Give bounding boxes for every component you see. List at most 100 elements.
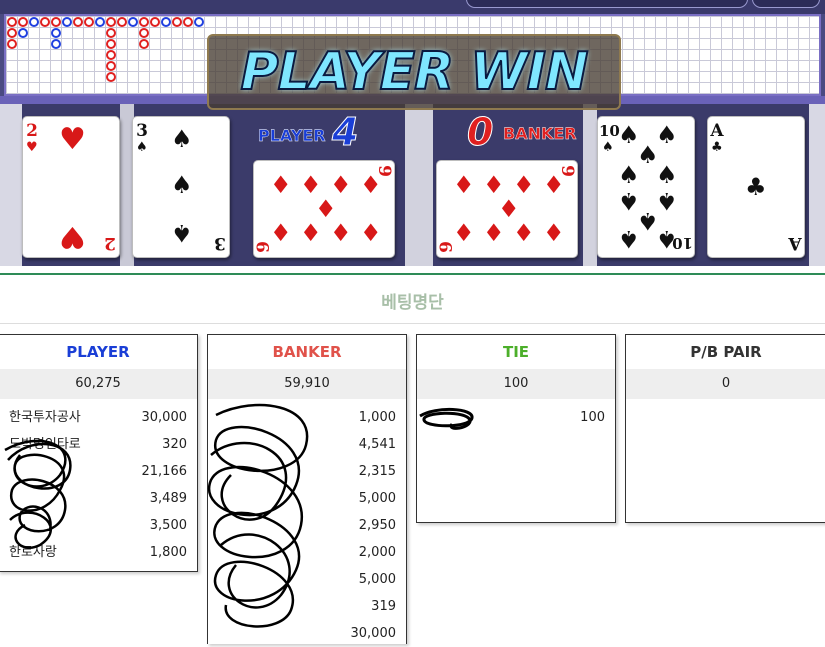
diamond-icon: ♦ (513, 219, 535, 247)
diamond-icon: ♦ (315, 195, 337, 223)
player-score-label: PLAYER (258, 126, 326, 145)
bead-marker (139, 28, 149, 38)
result-text: PLAYER WIN (239, 41, 589, 103)
bet-amount: 3,489 (149, 491, 187, 506)
banker-card-1: 9 9 ♦ ♦ ♦ ♦ ♦ ♦ ♦ ♦ ♦ (436, 160, 578, 258)
banker-score-label: BANKER (503, 124, 577, 143)
bet-amount: 30,000 (141, 410, 188, 425)
spade-icon: ♠ (618, 225, 640, 253)
panel-header: P/B PAIR (690, 343, 762, 361)
bet-row: 2,950 (208, 512, 406, 539)
road-strip (583, 104, 597, 266)
top-control-pill[interactable] (466, 0, 748, 8)
bead-marker (172, 17, 182, 27)
bead-marker (139, 17, 149, 27)
card-rank: A (710, 121, 724, 141)
bead-marker (150, 17, 160, 27)
spade-icon: ♠ (656, 187, 678, 215)
bet-amount: 2,000 (358, 545, 396, 560)
bet-amount: 5,000 (358, 491, 396, 506)
player-score-value: 4 (331, 110, 359, 155)
spade-icon: ♠ (656, 161, 678, 189)
bead-marker (7, 28, 17, 38)
bet-amount: 319 (371, 599, 396, 614)
diamond-icon: ♦ (543, 171, 565, 199)
bet-row: 3,489 (0, 485, 197, 512)
bet-row: 30,000 (208, 620, 406, 647)
bead-marker (139, 39, 149, 49)
bead-marker (51, 39, 61, 49)
bead-marker (84, 17, 94, 27)
bead-marker (73, 17, 83, 27)
player-card-2: 3 ♠ ♠ ♠ ♠ 3 (132, 116, 230, 258)
bead-marker (62, 17, 72, 27)
spade-icon: ♠ (171, 219, 193, 247)
diamond-icon: ♦ (360, 219, 382, 247)
diamond-icon: ♦ (300, 171, 322, 199)
bead-marker (7, 17, 17, 27)
card-rank: 2 (104, 233, 116, 253)
banker-card-2: 10 ♠ ♠ ♠ ♠ ♠ ♠ ♠ ♠ ♠ ♠ ♠ 10 (597, 116, 695, 258)
player-card-1: 2 ♥ ♥ ♥ 2 (22, 116, 120, 258)
bet-amount: 3,500 (149, 518, 187, 533)
bead-marker (106, 39, 116, 49)
bead-marker (106, 50, 116, 60)
bet-amount: 1,800 (149, 545, 187, 560)
card-rank: 10 (672, 234, 693, 252)
bet-amount: 100 (580, 410, 605, 425)
bet-row: 2,315 (208, 458, 406, 485)
banker-card-3: A ♣ ♣ A (707, 116, 805, 258)
bead-marker (95, 17, 105, 27)
bet-list-rule (0, 323, 825, 324)
bead-marker (40, 17, 50, 27)
bet-amount: 21,166 (141, 464, 188, 479)
bet-panel-player: PLAYER 60,275 한국투자공사 30,000 도박명인타로 320 21,… (0, 334, 198, 572)
bead-marker (194, 17, 204, 27)
bet-row: 도박명인타로 320 (0, 431, 197, 458)
bet-row: 1,000 (208, 404, 406, 431)
card-rank: A (788, 233, 802, 253)
bet-row: 한로사랑 1,800 (0, 539, 197, 566)
left-road-strip (0, 104, 22, 266)
panel-total: 60,275 (0, 369, 197, 399)
bead-marker (18, 28, 28, 38)
right-road-strip (809, 104, 825, 266)
bead-marker (117, 17, 127, 27)
bead-marker (106, 61, 116, 71)
road-strip (405, 104, 433, 266)
bet-amount: 2,950 (358, 518, 396, 533)
panel-total: 59,910 (208, 369, 406, 399)
diamond-icon: ♦ (483, 171, 505, 199)
card-rank: 3 (214, 233, 226, 253)
diamond-icon: ♦ (300, 219, 322, 247)
diamond-icon: ♦ (270, 171, 292, 199)
baccarat-game-view: 2 ♥ ♥ ♥ 2 3 ♠ ♠ ♠ ♠ 3 PLAYER 4 9 9 ♦ ♦ ♦… (0, 0, 825, 266)
diamond-icon: ♦ (543, 219, 565, 247)
player-card-3: 9 9 ♦ ♦ ♦ ♦ ♦ ♦ ♦ ♦ ♦ (253, 160, 395, 258)
heart-icon: ♥ (59, 122, 86, 157)
diamond-icon: ♦ (330, 219, 352, 247)
panel-header: TIE (502, 343, 530, 361)
club-icon: ♣ (745, 173, 767, 201)
diamond-icon: ♦ (498, 195, 520, 223)
panel-header: PLAYER (66, 343, 130, 361)
diamond-icon: ♦ (270, 219, 292, 247)
top-control-pill[interactable] (752, 0, 820, 8)
card-rank: 2 (26, 121, 38, 141)
bet-row: 5,000 (208, 566, 406, 593)
bead-marker (161, 17, 171, 27)
bet-panel-pair: P/B PAIR 0 (625, 334, 825, 523)
section-divider (0, 273, 825, 275)
card-rank: 3 (136, 121, 148, 141)
bead-marker (7, 39, 17, 49)
bet-row: 3,500 (0, 512, 197, 539)
bet-row: 한국투자공사 30,000 (0, 404, 197, 431)
bet-amount: 320 (162, 437, 187, 452)
spade-icon: ♠ (136, 140, 148, 155)
panel-header: BANKER (272, 343, 342, 361)
card-rank: 10 (599, 122, 620, 140)
spade-icon: ♠ (602, 140, 614, 155)
bet-panel-banker: BANKER 59,910 1,000 4,541 2,315 5,000 2,… (207, 334, 407, 644)
bet-row: 5,000 (208, 485, 406, 512)
bet-amount: 4,541 (358, 437, 396, 452)
